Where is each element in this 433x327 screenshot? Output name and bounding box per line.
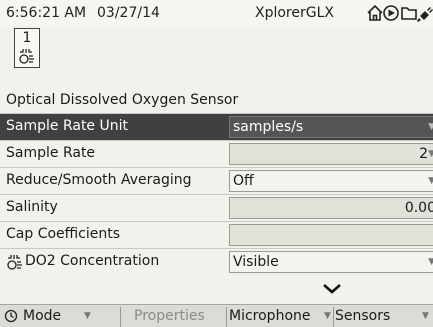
dropdown-arrow-icon: ▼: [84, 311, 91, 321]
property-row-cap-coefficients[interactable]: Cap Coefficients: [0, 222, 433, 248]
cap-coefficients-input[interactable]: [229, 224, 433, 246]
divider: [120, 307, 121, 327]
dropdown-arrow-icon: ▼: [324, 311, 331, 321]
field-value: Visible: [233, 254, 279, 270]
softkey-microphone[interactable]: Microphone ▼: [229, 305, 331, 327]
property-label: Sample Rate Unit: [6, 118, 128, 134]
play-icon[interactable]: [383, 5, 399, 21]
status-icons: [366, 3, 433, 23]
divider: [333, 307, 334, 327]
averaging-select[interactable]: Off ▼: [229, 170, 433, 192]
sample-rate-select[interactable]: 2 ▼: [229, 143, 433, 165]
softkey-sensors[interactable]: Sensors ▼: [335, 305, 429, 327]
scroll-down-chevron-icon[interactable]: [322, 283, 342, 295]
sensor-tile[interactable]: 1: [14, 28, 40, 68]
dropdown-arrow-icon: ▼: [428, 252, 433, 272]
status-time: 6:56:21 AM: [6, 5, 87, 21]
property-row-reduce-smooth-averaging[interactable]: Reduce/Smooth Averaging Off ▼: [0, 168, 433, 194]
property-label: Cap Coefficients: [6, 226, 121, 242]
property-label: Salinity: [6, 199, 58, 215]
sensor-number: 1: [22, 30, 32, 46]
sensor-title: Optical Dissolved Oxygen Sensor: [6, 92, 239, 108]
softkey-label: Mode: [23, 308, 62, 324]
home-icon[interactable]: [367, 4, 383, 21]
property-label: Sample Rate: [6, 145, 96, 161]
power-plug-icon: [417, 7, 433, 22]
property-row-sample-rate[interactable]: Sample Rate 2 ▼: [0, 141, 433, 167]
softkey-label: Properties: [134, 308, 205, 324]
property-row-sample-rate-unit[interactable]: Sample Rate Unit samples/s ▼: [0, 114, 433, 140]
property-label: DO2 Concentration: [25, 253, 160, 269]
salinity-input[interactable]: 0.00: [229, 197, 433, 219]
softkey-label: Sensors: [335, 308, 391, 324]
property-row-salinity[interactable]: Salinity 0.00: [0, 195, 433, 221]
clock-icon: [4, 309, 18, 323]
sensor-icon: [7, 255, 22, 270]
softkey-properties[interactable]: Properties: [134, 305, 205, 327]
property-label: Reduce/Smooth Averaging: [6, 172, 192, 188]
field-value: samples/s: [233, 119, 304, 135]
status-bar: 6:56:21 AM 03/27/14 XplorerGLX: [0, 0, 433, 26]
status-date: 03/27/14: [97, 5, 160, 21]
field-value: 2: [419, 146, 428, 162]
do2-visibility-select[interactable]: Visible ▼: [229, 251, 433, 273]
property-row-do2-concentration[interactable]: DO2 Concentration Visible ▼: [0, 249, 433, 275]
sample-rate-unit-select[interactable]: samples/s ▼: [229, 116, 433, 138]
folder-icon[interactable]: [401, 7, 417, 20]
softkey-bar: Mode ▼ Properties Microphone ▼ Sensors ▼: [0, 304, 433, 327]
softkey-label: Microphone: [229, 308, 311, 324]
dropdown-arrow-icon: ▼: [428, 171, 433, 191]
field-value: 0.00: [404, 200, 433, 216]
divider: [226, 307, 227, 327]
app-title: XplorerGLX: [255, 5, 334, 21]
dropdown-arrow-icon: ▼: [422, 311, 429, 321]
dropdown-arrow-icon: ▼: [428, 117, 433, 137]
field-value: Off: [233, 173, 254, 189]
dropdown-arrow-icon: ▼: [428, 144, 433, 164]
sensor-icon: [19, 49, 34, 64]
